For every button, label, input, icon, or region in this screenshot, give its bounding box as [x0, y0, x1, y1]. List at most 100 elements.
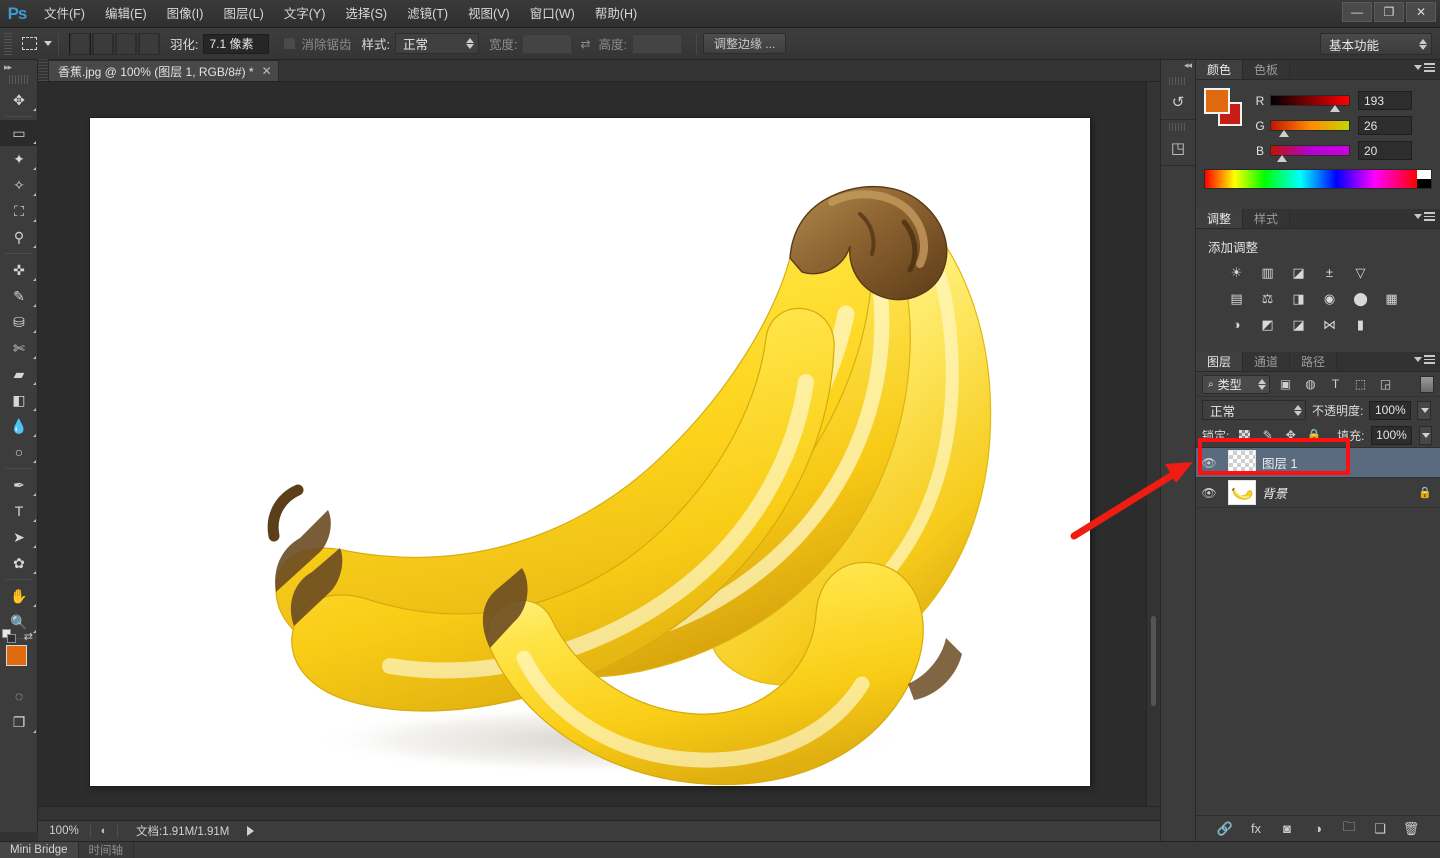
filter-adjustment-icon[interactable]: ◍	[1301, 375, 1320, 394]
subtract-from-selection-button[interactable]	[115, 33, 137, 55]
tools-collapse-icon[interactable]: ▸▸	[0, 60, 37, 74]
tab-paths[interactable]: 路径	[1290, 352, 1337, 371]
crop-tool[interactable]: ⛶	[0, 198, 38, 224]
layer-name[interactable]: 图层 1	[1262, 453, 1297, 472]
layer-filter-kind-select[interactable]: ⌕ 类型	[1202, 375, 1270, 394]
layers-panel-menu-icon[interactable]	[1414, 355, 1435, 364]
screen-mode-button[interactable]: ❐	[0, 709, 38, 735]
width-input[interactable]	[522, 34, 572, 54]
tab-adjustments[interactable]: 调整	[1196, 209, 1243, 228]
bottom-tab-1[interactable]: 时间轴	[79, 842, 135, 858]
tool-preset-chevron-icon[interactable]	[44, 41, 52, 46]
feather-input[interactable]: 7.1 像素	[203, 34, 269, 54]
panel-grip[interactable]	[1169, 77, 1187, 85]
dodge-tool[interactable]: ○	[0, 439, 38, 465]
rectangular-marquee-tool[interactable]: ▭	[0, 120, 38, 146]
opacity-dropdown-icon[interactable]	[1417, 401, 1431, 420]
layer-name[interactable]: 背景	[1262, 483, 1287, 502]
channel-value-G[interactable]: 26	[1358, 116, 1412, 135]
panel-grip[interactable]	[1169, 123, 1187, 131]
workspace-selector[interactable]: 基本功能	[1320, 33, 1432, 55]
canvas-area[interactable]	[38, 82, 1160, 820]
threshold-icon[interactable]: ◪	[1290, 316, 1307, 333]
filter-shape-icon[interactable]: ⬚	[1351, 375, 1370, 394]
brush-tool[interactable]: ✎	[0, 283, 38, 309]
hue-saturation-icon[interactable]: ▤	[1228, 290, 1245, 307]
slider-knob[interactable]	[1277, 155, 1287, 162]
canvas-horizontal-scrollbar[interactable]	[38, 806, 1160, 820]
new-layer-button[interactable]: ❏	[1372, 820, 1389, 837]
new-selection-button[interactable]	[69, 33, 91, 55]
delete-layer-button[interactable]: 🗑	[1403, 820, 1420, 837]
color-swatches[interactable]: ⇄	[0, 643, 37, 683]
options-bar-grip[interactable]	[4, 33, 12, 55]
scrollbar-thumb[interactable]	[1151, 616, 1156, 706]
tab-channels[interactable]: 通道	[1243, 352, 1290, 371]
lasso-tool[interactable]: ✦	[0, 146, 38, 172]
color-spectrum-ramp[interactable]	[1204, 169, 1432, 189]
horizontal-type-tool[interactable]: T	[0, 498, 38, 524]
filter-type-icon[interactable]: T	[1326, 375, 1345, 394]
color-lookup-icon[interactable]: ▦	[1383, 290, 1400, 307]
bottom-tab-0[interactable]: Mini Bridge	[0, 842, 79, 858]
path-selection-tool[interactable]: ➤	[0, 524, 38, 550]
spot-healing-brush-tool[interactable]: ✜	[0, 257, 38, 283]
swap-dimensions-icon[interactable]: ⇄	[572, 37, 598, 51]
new-group-button[interactable]: 🗀	[1341, 820, 1358, 837]
eyedropper-tool[interactable]: ⚲	[0, 224, 38, 250]
dock-item-3d[interactable]: ◳	[1161, 120, 1195, 166]
move-tool[interactable]: ✥	[0, 87, 38, 113]
canvas-vertical-scrollbar[interactable]	[1146, 82, 1160, 820]
antialias-checkbox[interactable]	[283, 37, 296, 50]
tab-bar-grip[interactable]	[38, 59, 48, 81]
quick-mask-button[interactable]: ◌	[0, 683, 38, 709]
blend-mode-select[interactable]: 正常	[1202, 400, 1306, 420]
channel-mixer-icon[interactable]: ⬤	[1352, 290, 1369, 307]
tools-panel-grip[interactable]	[9, 75, 28, 84]
posterize-icon[interactable]: ◩	[1259, 316, 1276, 333]
filter-enable-toggle[interactable]	[1420, 376, 1434, 393]
slider-knob[interactable]	[1330, 105, 1340, 112]
blur-tool[interactable]: 💧	[0, 413, 38, 439]
layer-row[interactable]: 👁图层 1	[1196, 448, 1440, 478]
tab-swatches[interactable]: 色板	[1243, 60, 1290, 79]
intersect-selection-button[interactable]	[138, 33, 160, 55]
status-menu-arrow-icon[interactable]	[247, 826, 254, 836]
new-fill-adjustment-button[interactable]: ◑	[1310, 820, 1327, 837]
add-layer-mask-button[interactable]: ◙	[1279, 820, 1296, 837]
menu-item-8[interactable]: 窗口(W)	[520, 2, 585, 26]
layer-row[interactable]: 👁背景🔒	[1196, 478, 1440, 508]
layer-thumbnail-cell[interactable]	[1222, 480, 1262, 505]
add-to-selection-button[interactable]	[92, 33, 114, 55]
menu-item-1[interactable]: 编辑(E)	[95, 2, 157, 26]
fill-dropdown-icon[interactable]	[1419, 426, 1432, 445]
layer-thumbnail-cell[interactable]	[1222, 450, 1262, 475]
minimize-button[interactable]: —	[1342, 2, 1372, 22]
tab-styles[interactable]: 样式	[1243, 209, 1290, 228]
menu-item-0[interactable]: 文件(F)	[34, 2, 95, 26]
layer-style-button[interactable]: fx	[1248, 820, 1265, 837]
filter-smart-object-icon[interactable]: ◲	[1376, 375, 1395, 394]
status-proof-icon[interactable]: ◐	[91, 825, 117, 837]
quick-selection-tool[interactable]: ✧	[0, 172, 38, 198]
default-colors-icon[interactable]	[2, 629, 11, 638]
gradient-map-icon[interactable]: ▮	[1352, 316, 1369, 333]
slider-knob[interactable]	[1279, 130, 1289, 137]
dock-collapse-icon[interactable]: ◂◂	[1161, 60, 1195, 74]
black-white-icon[interactable]: ◨	[1290, 290, 1307, 307]
channel-slider-R[interactable]	[1270, 95, 1350, 106]
curves-icon[interactable]: ◪	[1290, 264, 1307, 281]
height-input[interactable]	[632, 34, 682, 54]
menu-item-5[interactable]: 选择(S)	[335, 2, 397, 26]
photo-filter-icon[interactable]: ◉	[1321, 290, 1338, 307]
menu-item-6[interactable]: 滤镜(T)	[397, 2, 458, 26]
dock-item-history[interactable]: ↺	[1161, 74, 1195, 120]
filter-pixel-icon[interactable]: ▣	[1276, 375, 1295, 394]
foreground-color-swatch[interactable]	[6, 645, 27, 666]
gradient-tool[interactable]: ◧	[0, 387, 38, 413]
close-button[interactable]: ✕	[1406, 2, 1436, 22]
foreground-color-swatch[interactable]	[1204, 88, 1230, 114]
refine-edge-button[interactable]: 调整边缘 ...	[703, 33, 786, 54]
pen-tool[interactable]: ✒	[0, 472, 38, 498]
lock-image-pixels-icon[interactable]: ✎	[1260, 427, 1276, 444]
